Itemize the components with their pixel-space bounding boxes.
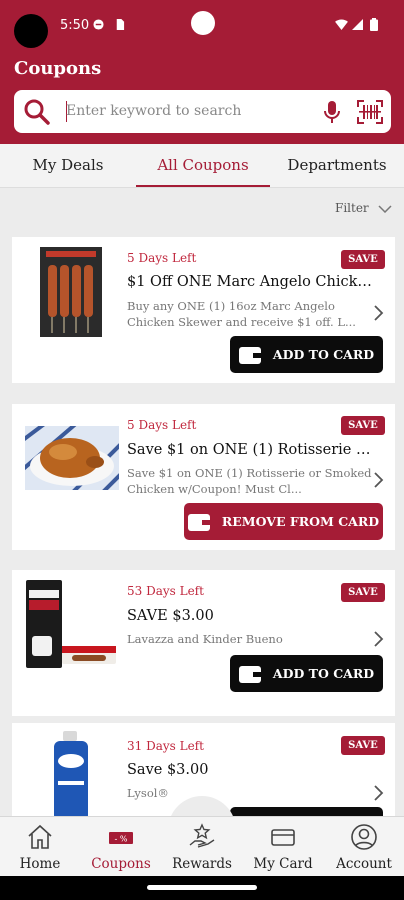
chevron-down-icon: [377, 204, 392, 213]
nav-label: Rewards: [172, 856, 232, 872]
ticket-edge: [12, 570, 18, 716]
page-title: Coupons: [14, 58, 102, 79]
tab-departments[interactable]: Departments: [270, 156, 404, 174]
active-tab-indicator: [136, 185, 270, 187]
search-input[interactable]: [66, 99, 311, 123]
add-to-card-button[interactable]: [230, 807, 383, 816]
chevron-right-icon[interactable]: [371, 471, 385, 489]
barcode-scan-icon[interactable]: [357, 100, 383, 124]
days-left: 5 Days Left: [127, 418, 197, 432]
remove-from-card-button[interactable]: REMOVE FROM CARD: [184, 503, 383, 540]
nav-label: Account: [336, 856, 392, 872]
card-icon: [271, 829, 295, 846]
coupon-title: SAVE $3.00: [127, 608, 214, 624]
home-icon: [28, 824, 52, 849]
nav-label: Coupons: [91, 856, 151, 872]
coupon-title: $1 Off ONE Marc Angelo Chicken...: [127, 274, 372, 290]
chevron-right-icon[interactable]: [371, 784, 385, 802]
coupon-card[interactable]: 5 Days Left SAVE $1 $1 Off ONE Marc Ange…: [12, 237, 395, 383]
filter-label: Filter: [335, 201, 369, 215]
camera-cutout: [14, 14, 48, 48]
button-label: ADD TO CARD: [272, 347, 375, 362]
coupon-title: Save $1 on ONE (1) Rotisserie or S...: [127, 442, 372, 458]
coupon-card[interactable]: 53 Days Left SAVE $3 SAVE $3.00 Lavazza …: [12, 570, 395, 716]
battery-icon: [370, 18, 378, 31]
wallet-icon: [238, 346, 261, 364]
coupon-description: Save $1 on ONE (1) Rotisserie or Smoked …: [127, 466, 372, 496]
signal-icon: [352, 19, 363, 30]
status-time: 5:50: [60, 18, 90, 33]
coupon-description: Buy any ONE (1) 16oz Marc Angelo Chicken…: [127, 299, 356, 329]
coupon-description: Lysol®: [127, 786, 169, 800]
wallet-icon: [187, 513, 210, 531]
coupon-card[interactable]: 5 Days Left SAVE $1 Save $1 on ONE (1) R…: [12, 404, 395, 550]
button-label: REMOVE FROM CARD: [221, 514, 380, 529]
wifi-icon: [335, 19, 348, 30]
ticket-edge: [12, 237, 18, 383]
lavazza-kinder-product-image: [26, 580, 116, 668]
coupon-description: Lavazza and Kinder Bueno: [127, 632, 283, 646]
days-left: 5 Days Left: [127, 251, 197, 265]
coupon-tabs: My Deals All Coupons Departments: [0, 144, 404, 188]
microphone-icon[interactable]: [324, 101, 340, 124]
account-icon: [351, 824, 377, 850]
rotisserie-chicken-product-image: [25, 426, 119, 490]
lysol-product-image: [54, 731, 88, 816]
tab-all-coupons[interactable]: All Coupons: [136, 156, 270, 174]
app-header: 5:50 Coupons: [0, 0, 404, 144]
nav-account[interactable]: Account: [324, 817, 404, 877]
savings-badge: SAVE $3: [341, 583, 385, 617]
wallet-icon: [238, 665, 261, 683]
filter-button[interactable]: Filter: [335, 201, 392, 215]
nav-home[interactable]: Home: [0, 817, 80, 877]
nav-rewards[interactable]: Rewards: [162, 817, 242, 877]
add-to-card-button[interactable]: ADD TO CARD: [230, 336, 383, 373]
nav-label: Home: [19, 856, 61, 872]
savings-badge: SAVE $3: [341, 736, 385, 770]
coupon-title: Save $3.00: [127, 762, 209, 778]
days-left: 53 Days Left: [127, 584, 204, 598]
search-icon[interactable]: [23, 98, 51, 126]
coupon-icon: - %: [109, 832, 133, 844]
ticket-edge: [12, 723, 18, 816]
status-bar: 5:50: [0, 0, 404, 48]
gesture-area: [0, 876, 404, 900]
dnd-icon: [93, 19, 104, 30]
nav-coupons[interactable]: - % Coupons: [81, 817, 161, 877]
bottom-navigation: Home - % Coupons Rewards My Card Account: [0, 816, 404, 876]
tab-my-deals[interactable]: My Deals: [0, 156, 136, 174]
chicken-skewer-product-image: [40, 247, 102, 337]
button-label: ADD TO CARD: [272, 666, 375, 681]
add-to-card-button[interactable]: ADD TO CARD: [230, 655, 383, 692]
savings-badge: SAVE $1: [341, 416, 385, 450]
nav-my-card[interactable]: My Card: [243, 817, 323, 877]
svg-text:- %: - %: [114, 835, 127, 844]
search-bar: [14, 90, 391, 133]
home-gesture-bar[interactable]: [147, 885, 257, 890]
chevron-right-icon[interactable]: [371, 304, 385, 322]
ticket-edge: [12, 404, 18, 550]
rewards-icon: [189, 823, 215, 848]
front-camera: [191, 11, 215, 35]
nav-label: My Card: [253, 856, 313, 872]
chevron-right-icon[interactable]: [371, 630, 385, 648]
sim-icon: [116, 19, 125, 30]
days-left: 31 Days Left: [127, 739, 204, 753]
savings-badge: SAVE $1: [341, 250, 385, 284]
